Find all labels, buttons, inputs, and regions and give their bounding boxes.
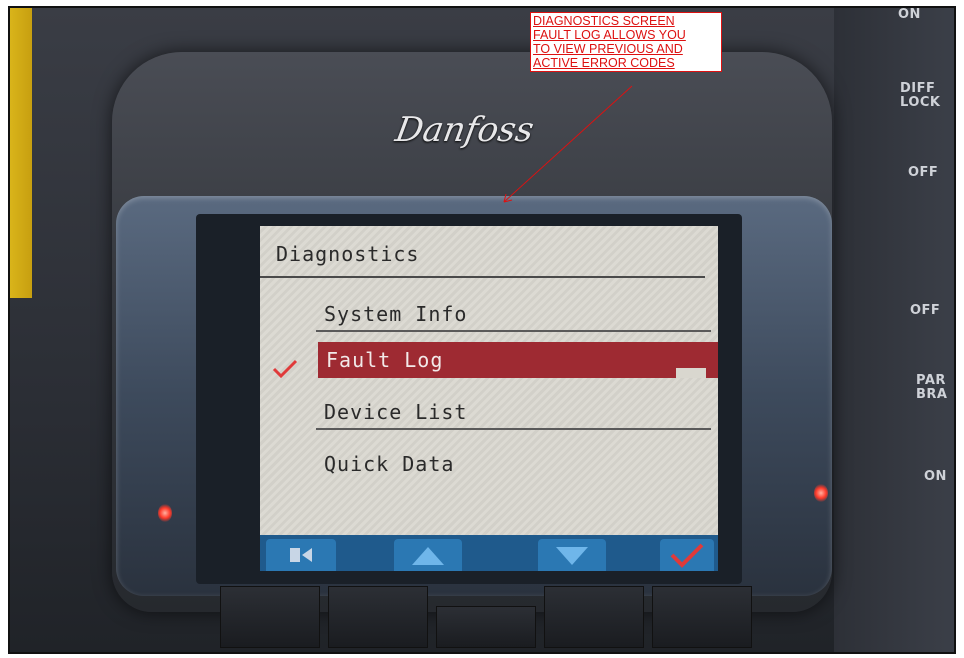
menu-item-system-info[interactable]: System Info — [316, 296, 716, 332]
softkey-down[interactable] — [538, 539, 606, 571]
softkey-bar — [260, 535, 718, 571]
hardware-key-4[interactable] — [544, 586, 644, 648]
menu-item-label: Quick Data — [324, 452, 455, 476]
annotation-line: FAULT LOG ALLOWS YOU — [533, 28, 686, 42]
hardware-key-5[interactable] — [652, 586, 752, 648]
menu-item-label: Fault Log — [326, 348, 444, 372]
annotation-line: DIAGNOSTICS SCREEN — [533, 14, 675, 28]
side-label-off-2: OFF — [910, 303, 941, 318]
side-label-on-bottom: ON — [924, 469, 947, 484]
hardware-key-1[interactable] — [220, 586, 320, 648]
annotation-callout: DIAGNOSTICS SCREEN FAULT LOG ALLOWS YOU … — [530, 12, 722, 72]
menu-item-label: System Info — [324, 302, 468, 326]
yellow-stripe — [10, 8, 32, 298]
menu-item-label: Device List — [324, 400, 468, 424]
left-status-led — [158, 504, 172, 522]
confirm-check-icon — [670, 543, 704, 568]
scroll-indicator — [676, 368, 706, 378]
menu-item-device-list[interactable]: Device List — [316, 394, 716, 430]
menu-divider — [316, 330, 711, 332]
title-divider — [260, 276, 705, 278]
right-status-led — [814, 484, 828, 502]
screen-title: Diagnostics — [276, 242, 420, 266]
side-label-off-1: OFF — [908, 165, 939, 180]
menu-divider — [316, 428, 711, 430]
side-label-on-top: ON — [898, 7, 921, 22]
softkey-back[interactable] — [266, 539, 336, 571]
annotation-line: ACTIVE ERROR CODES — [533, 56, 675, 70]
softkey-up[interactable] — [394, 539, 462, 571]
softkey-confirm[interactable] — [660, 539, 714, 571]
side-label-bra: BRA — [916, 387, 948, 402]
arrow-up-icon — [412, 547, 444, 565]
menu-item-quick-data[interactable]: Quick Data — [316, 446, 716, 482]
danfoss-logo: Danfoss — [392, 110, 537, 150]
menu-item-fault-log[interactable]: Fault Log — [318, 342, 718, 378]
back-exit-icon — [290, 548, 312, 562]
lcd-screen: Diagnostics System Info Fault Log Device… — [260, 226, 718, 571]
selected-check-icon — [272, 359, 298, 379]
annotation-line: TO VIEW PREVIOUS AND — [533, 42, 683, 56]
arrow-down-icon — [556, 547, 588, 565]
side-label-par: PAR — [916, 373, 946, 388]
hardware-key-2[interactable] — [328, 586, 428, 648]
side-label-lock: LOCK — [900, 95, 941, 110]
hardware-keys — [210, 586, 770, 648]
hardware-key-3[interactable] — [436, 606, 536, 648]
side-label-diff: DIFF — [900, 81, 936, 96]
